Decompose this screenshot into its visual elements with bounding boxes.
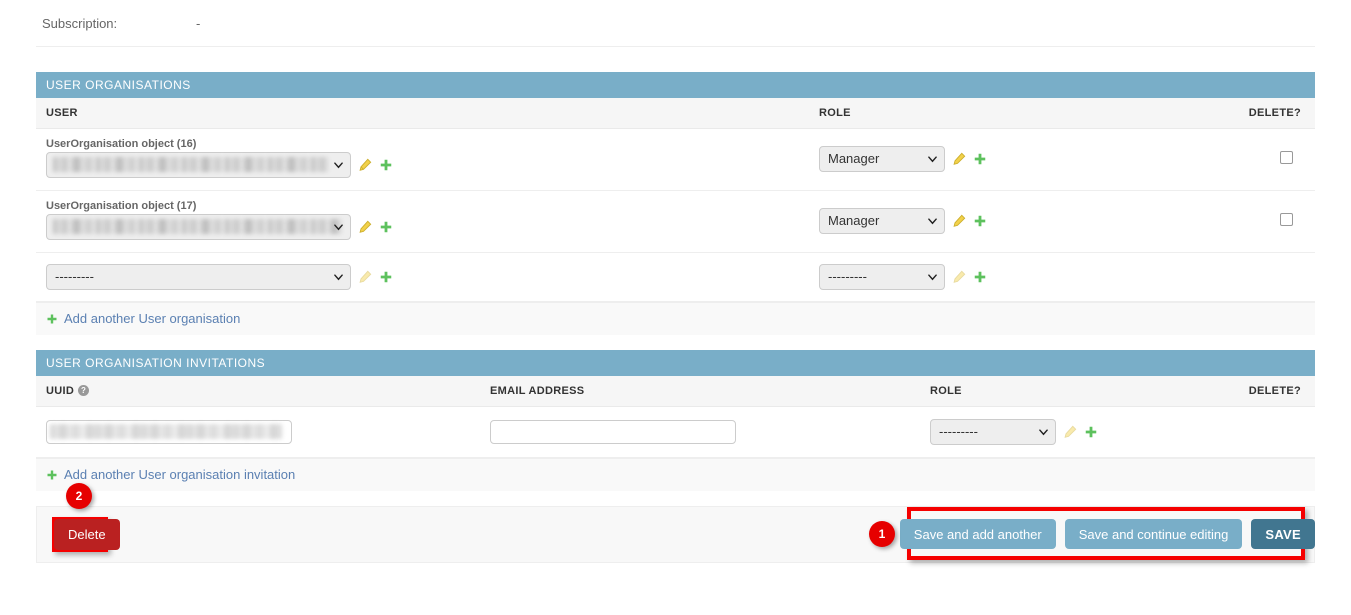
plus-icon[interactable] [973,152,987,166]
plus-icon[interactable] [379,158,393,172]
role-cell: --------- [809,252,1189,302]
delete-checkbox[interactable] [1280,151,1293,164]
column-header-user: USER [36,98,809,129]
role-select[interactable]: --------- [819,263,945,290]
redacted-uuid-value [50,423,282,439]
help-icon[interactable]: ? [78,384,90,396]
pencil-icon [952,270,966,284]
column-header-role: ROLE [809,98,1189,129]
role-select[interactable]: Manager [819,146,945,172]
row-object-caption: UserOrganisation object (17) [46,199,197,212]
table-row: --------- [36,252,1315,302]
role-cell: --------- [920,406,1190,458]
subscription-value: - [196,15,201,31]
save-and-continue-editing-button[interactable]: Save and continue editing [1064,519,1243,549]
plus-icon[interactable] [379,270,393,284]
user-organisation-invitations-inline-group: USER ORGANISATION INVITATIONS UUID? EMAI… [36,350,1315,491]
column-header-uuid: UUID? [36,376,480,407]
email-cell [480,406,920,458]
pencil-icon[interactable] [952,214,966,228]
column-header-role: ROLE [920,376,1190,407]
delete-cell [1189,190,1315,253]
row-object-caption: UserOrganisation object (16) [46,137,197,150]
django-admin-change-form: Subscription: - USER ORGANISATIONS USER … [0,0,1351,615]
plus-icon[interactable] [379,220,393,234]
delete-checkbox[interactable] [1280,213,1293,226]
column-header-delete: DELETE? [1189,98,1315,129]
table-row: UserOrganisation object (17) Manager [36,190,1315,253]
delete-cell-empty [1190,406,1315,458]
plus-icon[interactable] [973,270,987,284]
role-select-wrap: Manager [819,208,945,234]
user-organisation-invitations-header: USER ORGANISATION INVITATIONS [36,350,1315,376]
user-organisations-inline-group: USER ORGANISATIONS USER ROLE DELETE? Use… [36,72,1315,335]
user-organisations-header: USER ORGANISATIONS [36,72,1315,98]
table-header-row: USER ROLE DELETE? [36,98,1315,129]
table-row: UserOrganisation object (16) Manager [36,128,1315,191]
table-row: --------- [36,406,1315,458]
save-button[interactable]: SAVE [1251,519,1315,549]
add-another-user-organisation-link[interactable]: Add another User organisation [64,311,240,326]
delete-cell-empty [1189,252,1315,302]
user-organisations-table: USER ROLE DELETE? UserOrganisation objec… [36,98,1315,302]
pencil-icon [1063,425,1077,439]
role-select-wrap: --------- [819,263,945,290]
plus-icon [46,313,58,325]
role-select-wrap: Manager [819,146,945,172]
column-header-email: EMAIL ADDRESS [480,376,920,407]
user-select-wrap [46,151,351,178]
user-select-wrap [46,213,351,240]
plus-icon [46,469,58,481]
user-select-wrap: --------- [46,263,351,290]
pencil-icon[interactable] [952,152,966,166]
column-header-delete: DELETE? [1190,376,1315,407]
email-address-input[interactable] [490,419,736,444]
role-select[interactable]: Manager [819,208,945,234]
delete-cell [1189,128,1315,191]
add-another-invitation-link[interactable]: Add another User organisation invitation [64,467,295,482]
annotation-badge-1: 1 [869,521,895,547]
add-another-user-organisation-row[interactable]: Add another User organisation [36,301,1315,335]
subscription-label: Subscription: [42,15,118,31]
pencil-icon[interactable] [358,158,372,172]
pencil-icon [358,270,372,284]
plus-icon[interactable] [973,214,987,228]
user-cell: UserOrganisation object (17) [36,190,809,253]
add-another-invitation-row[interactable]: Add another User organisation invitation [36,457,1315,491]
delete-button[interactable]: Delete [54,519,120,550]
save-buttons-group: Save and add another Save and continue e… [899,519,1315,549]
subscription-field-row: Subscription: - [36,0,1315,47]
annotation-badge-2: 2 [66,483,92,509]
redacted-user-value [53,156,329,172]
user-cell: --------- [36,252,809,302]
column-header-uuid-label: UUID [46,384,75,397]
uuid-cell [36,406,480,458]
role-select-wrap: --------- [930,418,1056,445]
role-cell: Manager [809,128,1189,191]
uuid-input-wrap [46,419,292,444]
role-select[interactable]: --------- [930,418,1056,445]
user-cell: UserOrganisation object (16) [36,128,809,191]
pencil-icon[interactable] [358,220,372,234]
table-header-row: UUID? EMAIL ADDRESS ROLE DELETE? [36,376,1315,407]
user-select[interactable]: --------- [46,263,351,290]
redacted-user-value [53,218,342,234]
user-organisation-invitations-table: UUID? EMAIL ADDRESS ROLE DELETE? -------… [36,376,1315,458]
role-cell: Manager [809,190,1189,253]
save-and-add-another-button[interactable]: Save and add another [899,519,1056,549]
plus-icon[interactable] [1084,425,1098,439]
